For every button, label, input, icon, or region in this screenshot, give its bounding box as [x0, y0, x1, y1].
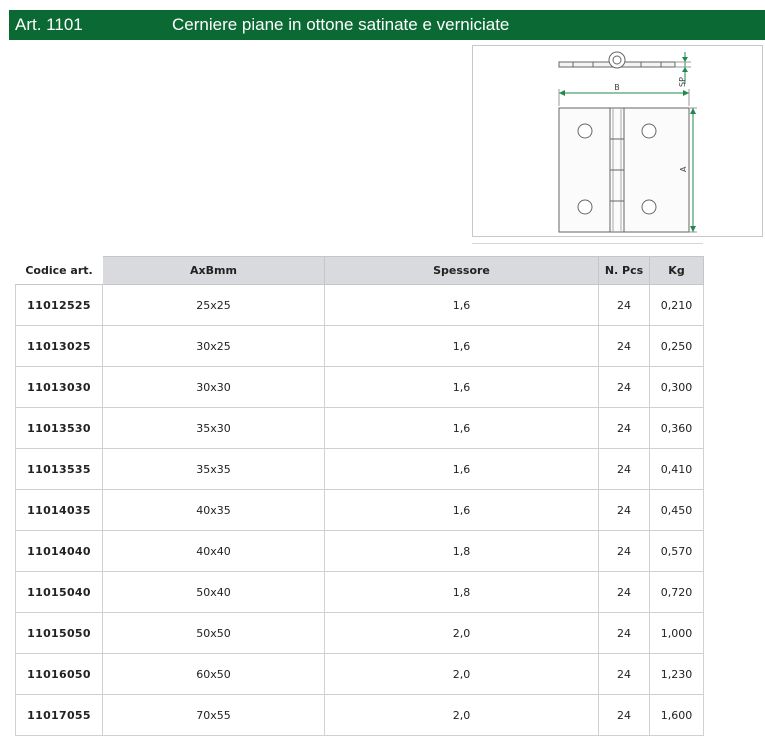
kg-cell: 0,210 — [649, 284, 704, 326]
pcs-cell: 24 — [598, 612, 650, 654]
hinge-technical-drawing: SP B A — [472, 45, 763, 237]
code-cell: 11013030 — [15, 366, 103, 408]
a-dimension — [689, 107, 697, 233]
thickness-cell: 1,6 — [324, 284, 599, 326]
pcs-cell: 24 — [598, 448, 650, 490]
code-cell: 11013535 — [15, 448, 103, 490]
thickness-cell: 2,0 — [324, 612, 599, 654]
pcs-cell: 24 — [598, 366, 650, 408]
thickness-cell: 1,6 — [324, 325, 599, 367]
size-cell: 70x55 — [102, 694, 325, 736]
size-cell: 30x25 — [102, 325, 325, 367]
table-header-row: Codice art. AxBmm Spessore N. Pcs Kg — [15, 256, 704, 285]
table-row: 11013025 30x25 1,6 24 0,250 — [15, 325, 704, 367]
code-cell: 11012525 — [15, 284, 103, 326]
code-cell: 11015040 — [15, 571, 103, 613]
hinge-top-view — [558, 51, 676, 69]
label-sp: SP — [678, 77, 687, 87]
table-row: 11015040 50x40 1,8 24 0,720 — [15, 571, 704, 613]
kg-cell: 0,720 — [649, 571, 704, 613]
code-cell: 11015050 — [15, 612, 103, 654]
thickness-cell: 1,8 — [324, 571, 599, 613]
table-row: 11013535 35x35 1,6 24 0,410 — [15, 448, 704, 490]
header-pcs: N. Pcs — [598, 256, 650, 285]
size-cell: 35x30 — [102, 407, 325, 449]
drawing-divider — [472, 243, 703, 244]
header-size: AxBmm — [102, 256, 325, 285]
hinge-drawing-svg: SP B A — [558, 51, 697, 233]
pcs-cell: 24 — [598, 571, 650, 613]
code-cell: 11013025 — [15, 325, 103, 367]
kg-cell: 0,300 — [649, 366, 704, 408]
article-number: Art. 1101 — [15, 15, 83, 34]
pcs-cell: 24 — [598, 489, 650, 531]
size-cell: 40x35 — [102, 489, 325, 531]
header-thickness: Spessore — [324, 256, 599, 285]
code-cell: 11016050 — [15, 653, 103, 695]
thickness-cell: 1,6 — [324, 366, 599, 408]
thickness-cell: 1,6 — [324, 407, 599, 449]
size-cell: 50x50 — [102, 612, 325, 654]
code-cell: 11013530 — [15, 407, 103, 449]
header-code: Codice art. — [15, 256, 103, 285]
kg-cell: 0,570 — [649, 530, 704, 572]
thickness-cell: 1,8 — [324, 530, 599, 572]
thickness-cell: 1,6 — [324, 448, 599, 490]
table-row: 11014040 40x40 1,8 24 0,570 — [15, 530, 704, 572]
size-cell: 60x50 — [102, 653, 325, 695]
product-title: Cerniere piane in ottone satinate e vern… — [172, 15, 510, 34]
thickness-cell: 2,0 — [324, 694, 599, 736]
thickness-cell: 1,6 — [324, 489, 599, 531]
thickness-cell: 2,0 — [324, 653, 599, 695]
kg-cell: 1,000 — [649, 612, 704, 654]
b-dimension — [558, 89, 690, 106]
table-body: 11012525 25x25 1,6 24 0,210 11013025 30x25 1,6 2… — [15, 284, 704, 736]
kg-cell: 1,230 — [649, 653, 704, 695]
hinge-front-view — [558, 107, 690, 233]
pcs-cell: 24 — [598, 325, 650, 367]
table-row: 11015050 50x50 2,0 24 1,000 — [15, 612, 704, 654]
table-row: 11012525 25x25 1,6 24 0,210 — [15, 284, 704, 326]
header-kg: Kg — [649, 256, 704, 285]
size-cell: 30x30 — [102, 366, 325, 408]
hinge-spec-table: Codice art. AxBmm Spessore N. Pcs Kg 110… — [15, 256, 704, 736]
size-cell: 40x40 — [102, 530, 325, 572]
table-row: 11013530 35x30 1,6 24 0,360 — [15, 407, 704, 449]
code-cell: 11014035 — [15, 489, 103, 531]
pcs-cell: 24 — [598, 407, 650, 449]
table-row: 11016050 60x50 2,0 24 1,230 — [15, 653, 704, 695]
pcs-cell: 24 — [598, 284, 650, 326]
kg-cell: 0,360 — [649, 407, 704, 449]
pcs-cell: 24 — [598, 530, 650, 572]
label-a: A — [679, 166, 688, 172]
code-cell: 11014040 — [15, 530, 103, 572]
table-row: 11013030 30x30 1,6 24 0,300 — [15, 366, 704, 408]
size-cell: 25x25 — [102, 284, 325, 326]
pcs-cell: 24 — [598, 653, 650, 695]
table-row: 11017055 70x55 2,0 24 1,600 — [15, 694, 704, 736]
code-cell: 11017055 — [15, 694, 103, 736]
size-cell: 50x40 — [102, 571, 325, 613]
kg-cell: 0,250 — [649, 325, 704, 367]
kg-cell: 0,450 — [649, 489, 704, 531]
page-header: Art. 1101 Cerniere piane in ottone satin… — [9, 10, 765, 40]
table-row: 11014035 40x35 1,6 24 0,450 — [15, 489, 704, 531]
kg-cell: 1,600 — [649, 694, 704, 736]
label-b: B — [614, 83, 620, 92]
pcs-cell: 24 — [598, 694, 650, 736]
kg-cell: 0,410 — [649, 448, 704, 490]
size-cell: 35x35 — [102, 448, 325, 490]
